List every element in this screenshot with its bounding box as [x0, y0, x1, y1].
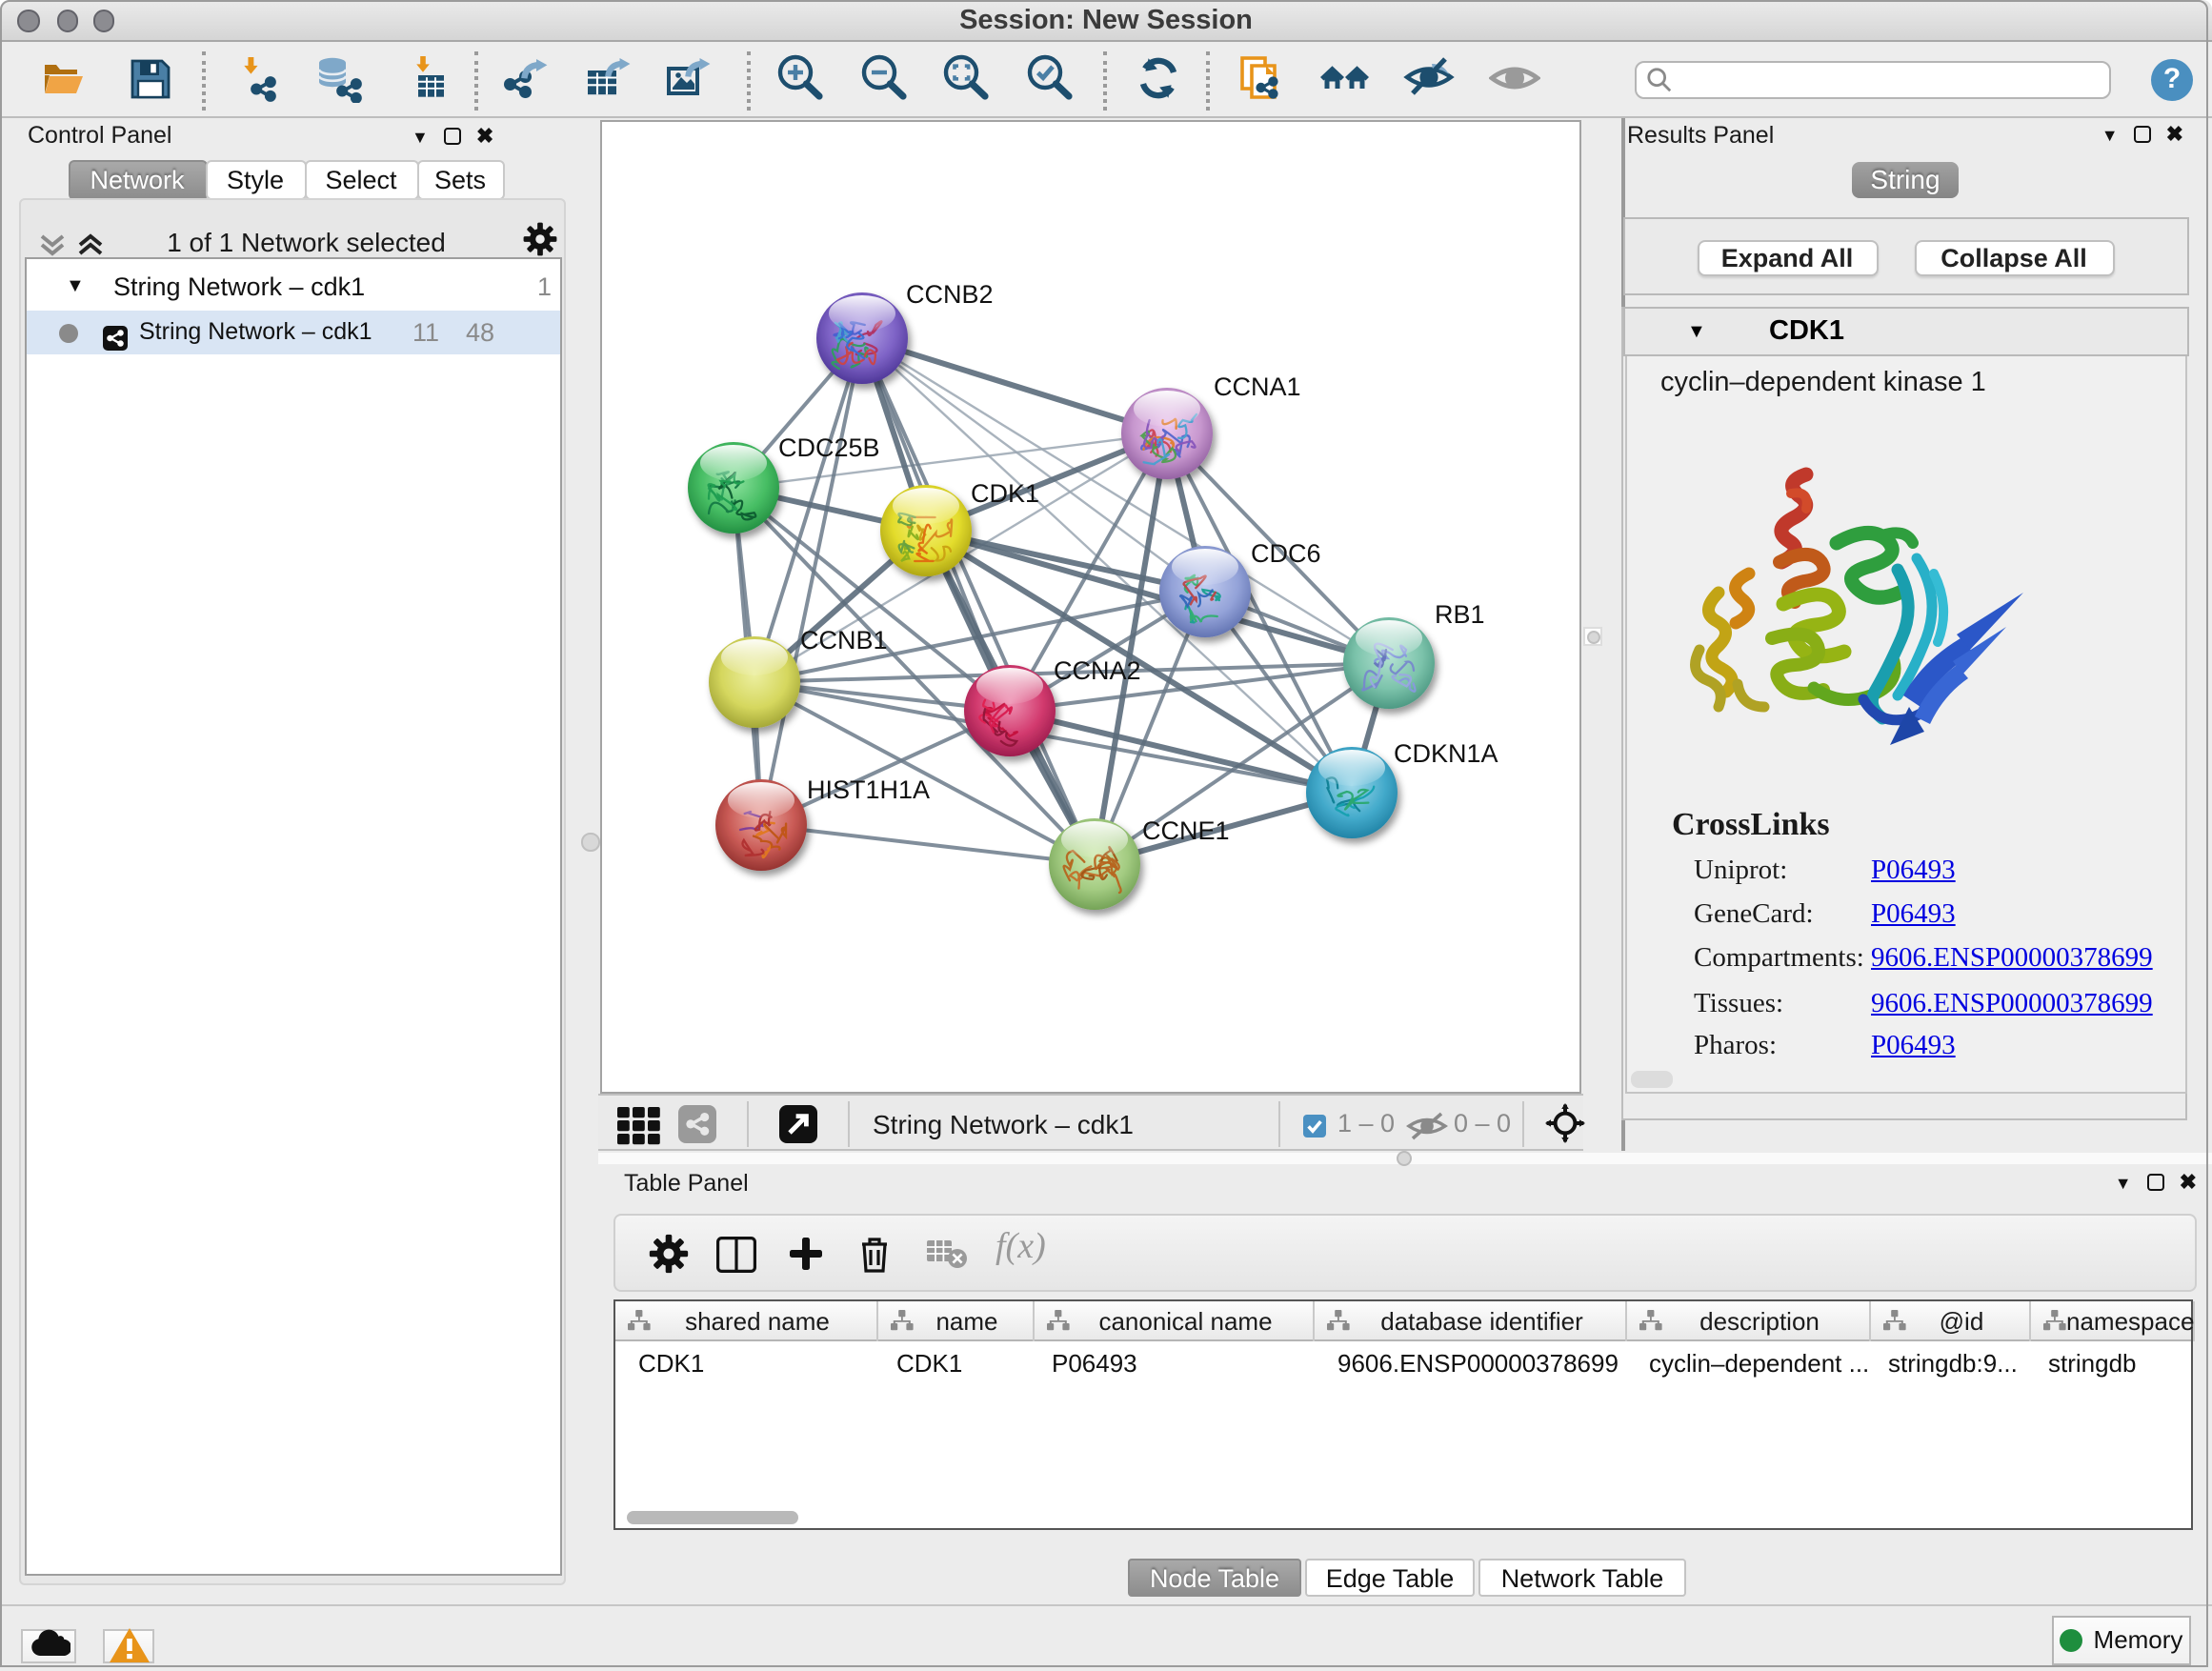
- svg-text:HIST1H1A: HIST1H1A: [807, 775, 930, 804]
- svg-text:CDC6: CDC6: [1251, 539, 1321, 568]
- svg-text:CDC25B: CDC25B: [778, 433, 880, 462]
- svg-text:CDKN1A: CDKN1A: [1394, 739, 1498, 768]
- svg-text:RB1: RB1: [1435, 600, 1485, 629]
- svg-text:CCNB1: CCNB1: [800, 626, 888, 654]
- svg-text:CDK1: CDK1: [971, 479, 1039, 508]
- svg-text:CCNA1: CCNA1: [1214, 372, 1301, 401]
- svg-text:CCNA2: CCNA2: [1054, 656, 1141, 685]
- svg-text:CCNE1: CCNE1: [1142, 816, 1230, 845]
- svg-text:CCNB2: CCNB2: [906, 280, 994, 309]
